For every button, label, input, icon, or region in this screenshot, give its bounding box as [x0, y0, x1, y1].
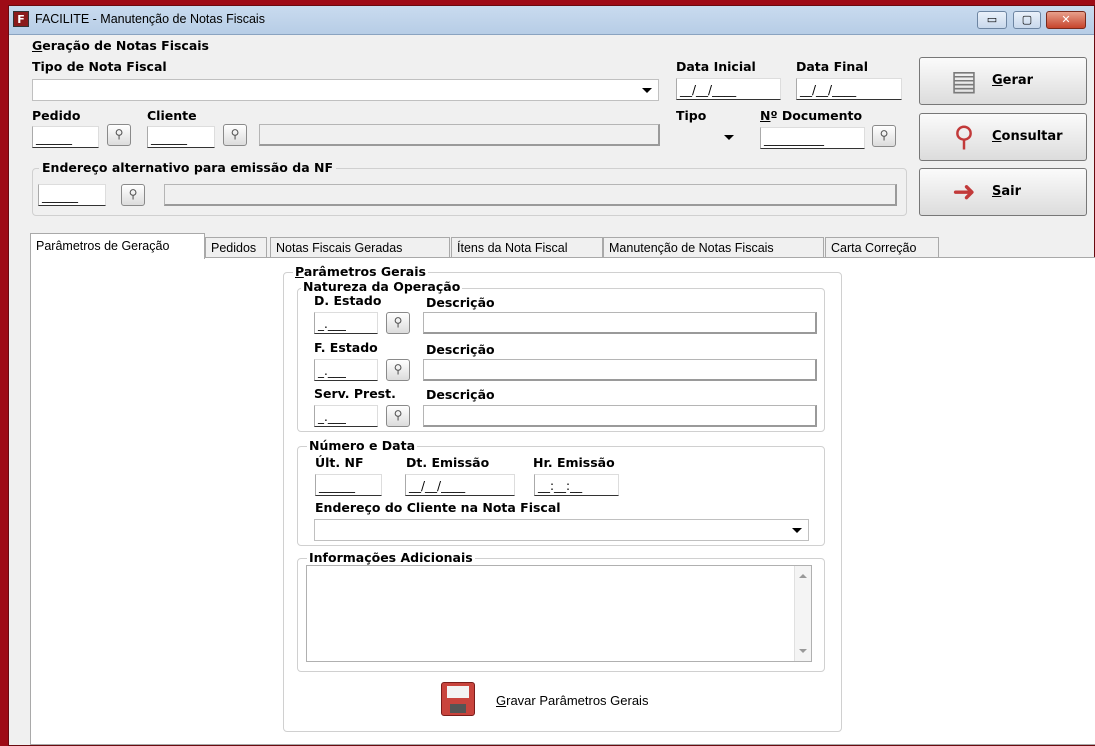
chevron-down-icon — [642, 88, 652, 93]
cliente-search-button[interactable]: ⚲ — [223, 124, 247, 146]
endereco-cliente-label: Endereço do Cliente na Nota Fiscal — [315, 500, 561, 515]
tab-carta-correcao[interactable]: Carta Correção — [825, 237, 939, 258]
sair-label: Sair — [992, 184, 1022, 199]
pedido-search-button[interactable]: ⚲ — [107, 124, 131, 146]
pedido-label: Pedido — [32, 108, 81, 123]
window-title: FACILITE - Manutenção de Notas Fiscais — [35, 12, 265, 26]
binoculars-icon: ⚲ — [393, 362, 403, 376]
endereco-alternativo-label: Endereço alternativo para emissão da NF — [39, 160, 336, 175]
d-estado-label: D. Estado — [314, 293, 382, 308]
endereco-search-button[interactable]: ⚲ — [121, 184, 145, 206]
endereco-descricao-field — [164, 184, 897, 206]
tipo-select[interactable] — [676, 127, 742, 149]
tipo-label: Tipo — [676, 108, 707, 123]
title-bar[interactable]: F FACILITE - Manutenção de Notas Fiscais… — [9, 6, 1094, 35]
sair-button[interactable]: ➜ Sair — [919, 168, 1087, 216]
numero-data-title: Número e Data — [307, 438, 418, 453]
f-estado-search-button[interactable]: ⚲ — [386, 359, 410, 381]
f-estado-descricao-field — [423, 359, 817, 381]
gravar-label-text: ravar Parâmetros Gerais — [506, 693, 649, 708]
cliente-label: Cliente — [147, 108, 197, 123]
binoculars-icon: ⚲ — [114, 127, 124, 141]
data-inicial-label: Data Inicial — [676, 59, 756, 74]
tab-panel-parametros: Parâmetros Gerais Natureza da Operação D… — [30, 257, 1095, 745]
minimize-button[interactable]: ▭ — [977, 11, 1007, 29]
data-final-input[interactable]: __/__/____ — [796, 78, 902, 100]
exit-door-icon: ➜ — [952, 175, 976, 208]
ult-nf-label: Últ. NF — [315, 455, 364, 470]
scroll-up-icon[interactable] — [799, 574, 807, 578]
tab-itens-nota-fiscal[interactable]: Ítens da Nota Fiscal — [451, 237, 603, 258]
memo-scrollbar[interactable] — [794, 566, 811, 661]
binoculars-icon: ⚲ — [393, 315, 403, 329]
maximize-button[interactable]: ▢ — [1013, 11, 1041, 29]
binoculars-icon: ⚲ — [128, 187, 138, 201]
ndoc-search-button[interactable]: ⚲ — [872, 125, 896, 147]
f-estado-label: F. Estado — [314, 340, 378, 355]
tipo-nota-select[interactable] — [32, 79, 659, 101]
group-title-text: eração de Notas Fiscais — [42, 38, 209, 53]
ult-nf-input[interactable]: ______ — [315, 474, 382, 496]
tab-notas-fiscais-geradas[interactable]: Notas Fiscais Geradas — [270, 237, 450, 258]
informacoes-adicionais-title: Informações Adicionais — [307, 550, 475, 565]
serv-prest-descricao-field — [423, 405, 817, 427]
binoculars-icon: ⚲ — [393, 408, 403, 422]
gravar-parametros-button[interactable]: Gravar Parâmetros Gerais — [441, 682, 701, 720]
cliente-input[interactable]: ______ — [147, 126, 215, 148]
tab-parametros-geracao[interactable]: Parâmetros de Geração — [30, 233, 205, 259]
consultar-label: Consultar — [992, 129, 1063, 144]
f-estado-input[interactable]: _.___ — [314, 359, 378, 381]
descricao-label: Descrição — [426, 342, 495, 357]
chevron-down-icon — [724, 135, 734, 140]
hr-emissao-input[interactable]: __:__:__ — [534, 474, 619, 496]
natureza-operacao-title: Natureza da Operação — [301, 279, 463, 294]
tipo-nota-label: Tipo de Nota Fiscal — [32, 59, 167, 74]
dt-emissao-label: Dt. Emissão — [406, 455, 490, 470]
data-final-label: Data Final — [796, 59, 869, 74]
app-icon: F — [13, 11, 29, 27]
group-title-geracao: Geração de Notas Fiscais — [32, 38, 209, 53]
informacoes-adicionais-textarea[interactable] — [306, 565, 812, 662]
chevron-down-icon — [792, 528, 802, 533]
serv-prest-input[interactable]: _.___ — [314, 405, 378, 427]
consultar-button[interactable]: ⚲ Consultar — [919, 113, 1087, 161]
d-estado-search-button[interactable]: ⚲ — [386, 312, 410, 334]
binoculars-icon: ⚲ — [230, 127, 240, 141]
magnifier-icon: ⚲ — [953, 120, 975, 153]
data-inicial-input[interactable]: __/__/____ — [676, 78, 781, 100]
parametros-gerais-text: arâmetros Gerais — [303, 264, 426, 279]
main-window: F FACILITE - Manutenção de Notas Fiscais… — [8, 5, 1095, 746]
gravar-label: Gravar Parâmetros Gerais — [496, 693, 649, 708]
scroll-down-icon[interactable] — [799, 649, 807, 653]
ndoc-input[interactable]: __________ — [760, 127, 865, 149]
descricao-label: Descrição — [426, 387, 495, 402]
documents-icon: ▤ — [950, 64, 978, 97]
d-estado-descricao-field — [423, 312, 817, 334]
binoculars-icon: ⚲ — [879, 128, 889, 142]
cliente-nome-field — [259, 124, 660, 146]
ndoc-label-text: º Documento — [770, 108, 863, 123]
d-estado-input[interactable]: _.___ — [314, 312, 378, 334]
endereco-cliente-select[interactable] — [314, 519, 809, 541]
gerar-button[interactable]: ▤ Gerar — [919, 57, 1087, 105]
descricao-label: Descrição — [426, 295, 495, 310]
ndoc-label: Nº Documento — [760, 108, 863, 123]
pedido-input[interactable]: ______ — [32, 126, 99, 148]
dt-emissao-input[interactable]: __/__/____ — [405, 474, 515, 496]
tab-pedidos[interactable]: Pedidos — [205, 237, 267, 258]
serv-prest-label: Serv. Prest. — [314, 386, 396, 401]
endereco-input[interactable]: ______ — [38, 184, 106, 206]
parametros-gerais-title: Parâmetros Gerais — [293, 264, 428, 279]
floppy-disk-icon — [441, 682, 475, 716]
close-button[interactable]: ✕ — [1046, 11, 1086, 29]
gerar-label: Gerar — [992, 73, 1034, 88]
serv-prest-search-button[interactable]: ⚲ — [386, 405, 410, 427]
tab-manutencao-notas[interactable]: Manutenção de Notas Fiscais — [603, 237, 824, 258]
hr-emissao-label: Hr. Emissão — [533, 455, 615, 470]
